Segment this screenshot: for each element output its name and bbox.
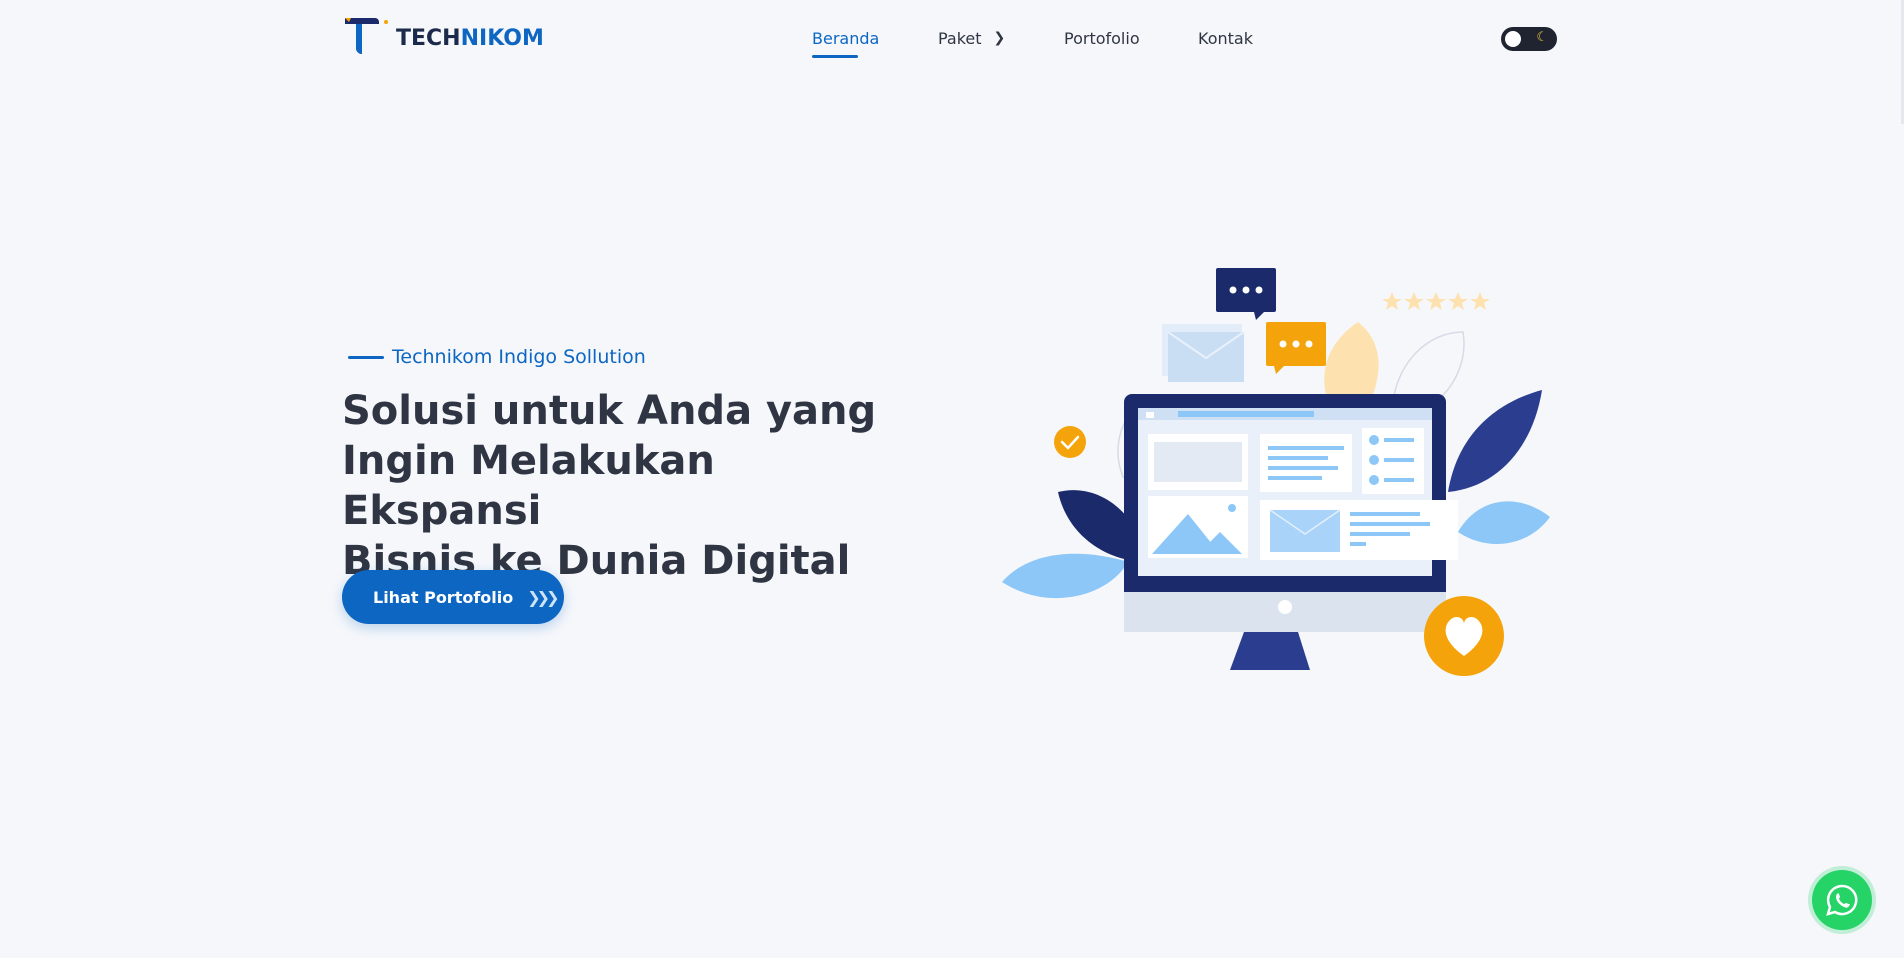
toggle-knob — [1505, 31, 1521, 47]
chevron-right-icon: ❯ — [993, 30, 1006, 46]
headline-line-1: Solusi untuk Anda yang — [342, 388, 877, 434]
check-circle-icon — [1054, 426, 1086, 458]
nav-item-kontak[interactable]: Kontak — [1198, 26, 1253, 50]
brand-name-part-b: NIKOM — [460, 25, 544, 51]
heart-circle-icon — [1424, 596, 1504, 676]
hero-headline: Solusi untuk Anda yang Ingin Melakukan E… — [342, 386, 902, 586]
envelope-icon — [1162, 324, 1245, 382]
rating-stars-icon — [1382, 292, 1490, 310]
brand-name-part-a: TECH — [396, 25, 461, 51]
headline-line-2: Ingin Melakukan Ekspansi — [342, 438, 715, 534]
eyebrow-text: Technikom Indigo Sollution — [392, 346, 646, 368]
nav-item-beranda[interactable]: Beranda — [812, 26, 879, 58]
leaf-navy-right-icon — [1448, 390, 1542, 492]
eyebrow-line — [348, 355, 384, 359]
technikom-logo-icon — [345, 18, 388, 54]
whatsapp-button[interactable] — [1812, 870, 1872, 930]
hero-illustration — [1002, 268, 1550, 676]
chat-bubble-navy-icon — [1216, 268, 1276, 320]
chat-bubble-orange-icon — [1266, 322, 1326, 374]
site-header: TECHNIKOM Beranda Paket ❯ Portofolio Kon… — [0, 0, 1904, 76]
leaf-lightblue-left-icon — [1002, 553, 1128, 599]
whatsapp-icon — [1826, 884, 1858, 916]
double-chevron-right-icon: ❯❯❯ — [527, 587, 559, 607]
nav-item-portofolio[interactable]: Portofolio — [1064, 26, 1140, 50]
moon-icon: ☾ — [1536, 30, 1548, 45]
nav-item-paket-label: Paket — [938, 28, 982, 48]
leaf-peach-icon — [1324, 322, 1379, 402]
leaf-lightblue-right-icon — [1458, 501, 1550, 544]
brand-logo[interactable]: TECHNIKOM — [342, 14, 544, 62]
view-portfolio-button[interactable]: Lihat Portofolio ❯❯❯ — [342, 570, 564, 624]
brand-name: TECHNIKOM — [396, 26, 544, 51]
monitor-icon — [1124, 394, 1458, 670]
hero-eyebrow: Technikom Indigo Sollution — [348, 346, 646, 368]
theme-toggle[interactable]: ☾ — [1501, 27, 1557, 51]
view-portfolio-label: Lihat Portofolio — [373, 587, 514, 607]
nav-item-paket[interactable]: Paket ❯ — [938, 26, 1005, 50]
